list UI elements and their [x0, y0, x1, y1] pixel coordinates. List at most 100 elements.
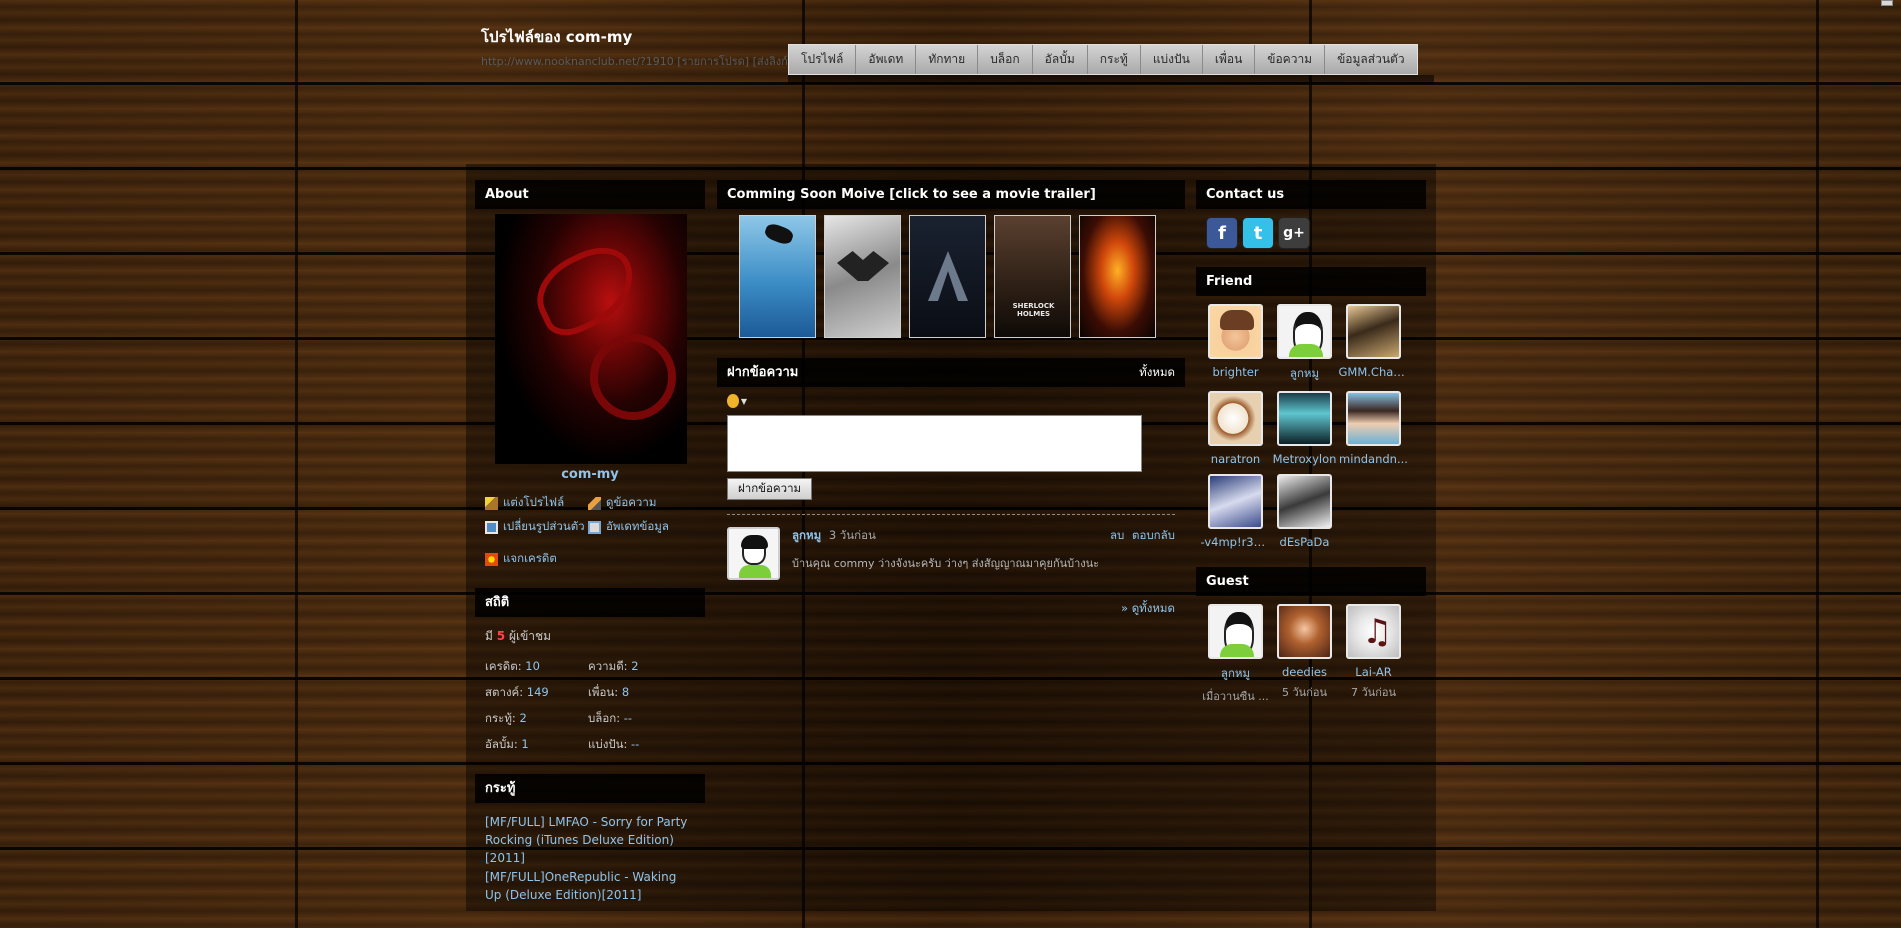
nav-messages[interactable]: ข้อความ: [1255, 45, 1326, 74]
visits-prefix: มี: [485, 629, 493, 643]
nav-personal-info[interactable]: ข้อมูลส่วนตัว: [1325, 45, 1417, 74]
visitor-count: มี 5 ผู้เข้าชม: [475, 617, 705, 646]
delete-comment-link[interactable]: ลบ: [1110, 528, 1124, 542]
twitter-icon[interactable]: t: [1242, 217, 1274, 249]
stat-value[interactable]: --: [624, 711, 632, 725]
stat-value[interactable]: 149: [527, 685, 549, 699]
thread-link[interactable]: [MF/FULL] LMFAO - Sorry for Party Rockin…: [485, 813, 695, 867]
view-all-link[interactable]: » ดูทั้งหมด: [1121, 601, 1175, 615]
friend-avatar[interactable]: [1277, 391, 1332, 446]
stat-label: เครดิต:: [485, 659, 522, 673]
give-credit-link[interactable]: แจกเครดิต: [485, 550, 708, 568]
friend-item[interactable]: ลูกหมู: [1270, 304, 1339, 383]
nav-friends[interactable]: เพื่อน: [1202, 45, 1256, 74]
stat-value[interactable]: 2: [631, 659, 638, 673]
wall-all-link[interactable]: ทั้งหมด: [1139, 358, 1175, 387]
nav-share[interactable]: แบ่งปัน: [1140, 45, 1203, 74]
friend-item[interactable]: GMM.Chanel: [1339, 304, 1409, 383]
guest-name[interactable]: deedies: [1282, 665, 1327, 679]
friend-name[interactable]: -v4mp!r3z_+: [1201, 535, 1271, 549]
update-info-link[interactable]: อัพเดทข้อมูล: [588, 518, 708, 536]
friend-name[interactable]: naratron: [1211, 452, 1260, 466]
stat-label: อัลบั้ม:: [485, 737, 518, 751]
friend-item[interactable]: mindandn...: [1339, 391, 1408, 466]
friend-name[interactable]: brighter: [1212, 365, 1258, 379]
visits-number: 5: [496, 629, 506, 643]
wall-comment: ลูกหมู 3 วันก่อน ลบ ตอบกลับ บ้านคุณ comm…: [727, 527, 1175, 580]
friend-avatar[interactable]: [1346, 391, 1401, 446]
change-photo-link[interactable]: เปลี่ยนรูปส่วนตัว: [485, 518, 588, 536]
friend-item[interactable]: brighter: [1201, 304, 1270, 383]
stat-value[interactable]: 8: [622, 685, 629, 699]
guest-item[interactable]: deedies 5 วันก่อน: [1270, 604, 1339, 705]
movie-poster-ice-age[interactable]: [739, 215, 816, 338]
nav-shadow: [788, 75, 1434, 84]
guest-item[interactable]: ลูกหมู เมื่อวานซืน ...: [1201, 604, 1270, 705]
guest-visit-time: 7 วันก่อน: [1351, 686, 1396, 699]
comment-avatar[interactable]: [727, 527, 780, 580]
wall-message-input[interactable]: [727, 415, 1142, 472]
comment-text: บ้านคุณ commy ว่างจังนะครับ ว่างๆ ส่งสัญ…: [792, 557, 1100, 570]
nav-threads[interactable]: กระทู้: [1087, 45, 1141, 74]
thread-link[interactable]: [MF/FULL]OneRepublic - Waking Up (Deluxe…: [485, 868, 695, 904]
friend-item[interactable]: naratron: [1201, 391, 1270, 466]
stat-value[interactable]: 1: [521, 737, 528, 751]
google-plus-glyph: g+: [1283, 225, 1305, 241]
friend-item[interactable]: Metroxylon: [1270, 391, 1339, 466]
post-message-button[interactable]: ฝากข้อความ: [727, 478, 813, 500]
nav-update[interactable]: อัพเดท: [856, 45, 917, 74]
friend-avatar[interactable]: [1277, 304, 1332, 359]
right-column: Contact us f t g+ Friend brighter ลูกหมู…: [1196, 180, 1426, 705]
friend-name[interactable]: GMM.Chanel: [1339, 365, 1409, 379]
stat-label: สตางค์:: [485, 685, 524, 699]
guest-name[interactable]: ลูกหมู: [1221, 665, 1250, 683]
movie-poster-ghost-rider[interactable]: [1079, 215, 1156, 338]
profile-picture[interactable]: [495, 214, 687, 464]
change-photo-label: เปลี่ยนรูปส่วนตัว: [503, 519, 585, 533]
google-plus-icon[interactable]: g+: [1278, 217, 1310, 249]
nav-blog[interactable]: บล็อก: [978, 45, 1033, 74]
movie-poster-avengers[interactable]: [909, 215, 986, 338]
twitter-glyph: t: [1253, 222, 1263, 244]
portrait-icon: [485, 520, 498, 534]
friend-name[interactable]: dEsPaDa: [1280, 535, 1330, 549]
guest-avatar[interactable]: [1277, 604, 1332, 659]
nav-album[interactable]: อัลบั้ม: [1032, 45, 1088, 74]
guest-visit-time: เมื่อวานซืน ...: [1202, 690, 1269, 703]
window-corner-icon[interactable]: [1881, 0, 1893, 6]
stat-label: กระทู้:: [485, 711, 516, 725]
decorate-profile-link[interactable]: แต่งโปรไฟล์: [485, 494, 588, 512]
guest-name[interactable]: Lai-AR: [1355, 665, 1391, 679]
friend-avatar[interactable]: [1208, 304, 1263, 359]
nav-greeting[interactable]: ทักทาย: [916, 45, 979, 74]
friend-item[interactable]: dEsPaDa: [1270, 474, 1339, 549]
stat-value[interactable]: --: [631, 737, 639, 751]
friend-name[interactable]: ลูกหมู: [1290, 365, 1319, 383]
movie-poster-sherlock[interactable]: [994, 215, 1071, 338]
comment-body: ลูกหมู 3 วันก่อน ลบ ตอบกลับ บ้านคุณ comm…: [792, 527, 1175, 580]
friend-avatar[interactable]: [1346, 304, 1401, 359]
left-column: About com-my แต่งโปรไฟล์ ดูข้อความ เปลี่…: [475, 180, 705, 905]
emoji-picker[interactable]: ▼: [727, 393, 747, 409]
about-heading: About: [475, 180, 705, 209]
friend-item[interactable]: -v4mp!r3z_+: [1201, 474, 1271, 549]
stats-section: สถิติ มี 5 ผู้เข้าชม เครดิต: 10 ความดี: …: [475, 588, 705, 754]
guest-avatar[interactable]: [1346, 604, 1401, 659]
friend-avatar[interactable]: [1277, 474, 1332, 529]
stat-value[interactable]: 10: [525, 659, 540, 673]
comment-author[interactable]: ลูกหมู: [792, 528, 821, 542]
view-messages-link[interactable]: ดูข้อความ: [588, 494, 708, 512]
reply-comment-link[interactable]: ตอบกลับ: [1132, 528, 1175, 542]
friend-name[interactable]: Metroxylon: [1273, 452, 1337, 466]
guest-item[interactable]: Lai-AR 7 วันก่อน: [1339, 604, 1408, 705]
view-messages-label: ดูข้อความ: [606, 495, 657, 509]
friend-avatar[interactable]: [1208, 391, 1263, 446]
guest-avatar[interactable]: [1208, 604, 1263, 659]
friend-name[interactable]: mindandn...: [1339, 452, 1408, 466]
stat-value[interactable]: 2: [519, 711, 526, 725]
profile-name[interactable]: com-my: [475, 467, 705, 482]
friend-avatar[interactable]: [1208, 474, 1263, 529]
movie-poster-dark-knight[interactable]: [824, 215, 901, 338]
nav-profile[interactable]: โปรไฟล์: [789, 45, 857, 74]
facebook-icon[interactable]: f: [1206, 217, 1238, 249]
